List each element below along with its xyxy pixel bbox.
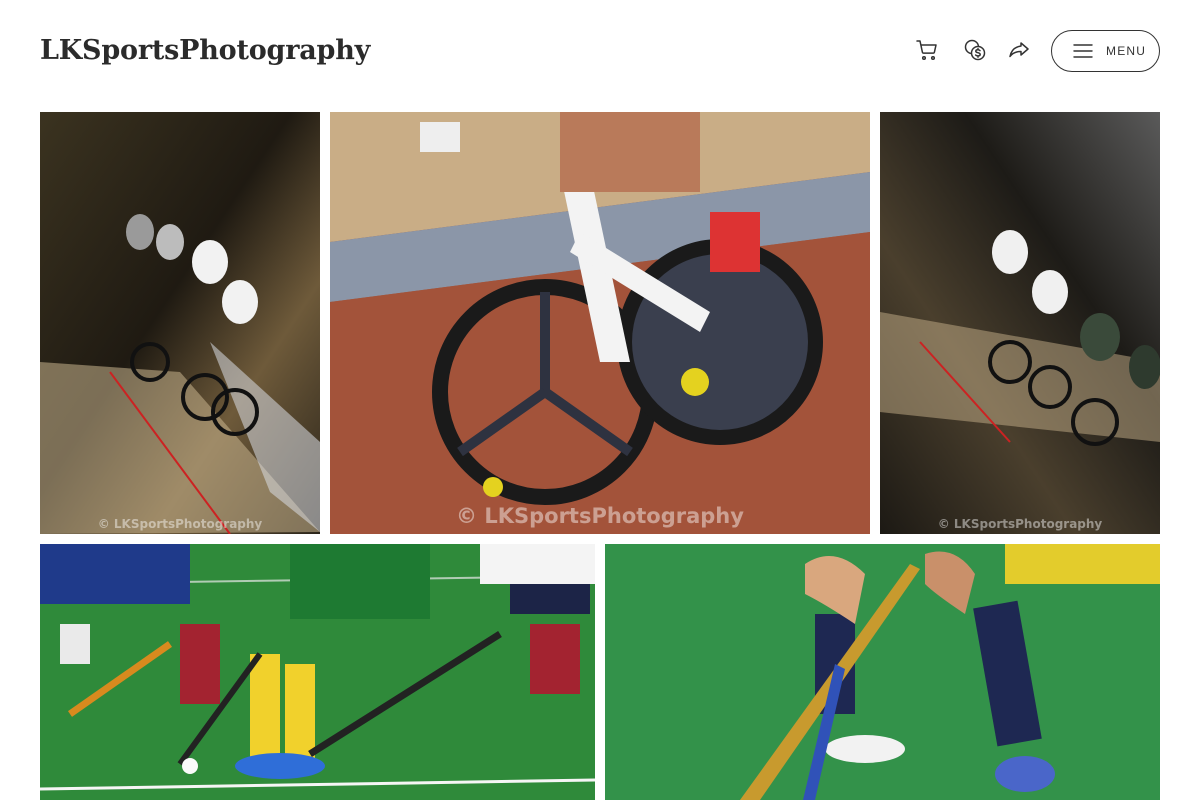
photo-watermark: © LKSportsPhotography — [937, 517, 1103, 531]
photo-watermark: © LKSportsPhotography — [97, 517, 263, 531]
site-header: LKSportsPhotography MENU — [0, 0, 1200, 102]
site-logo-title[interactable]: LKSportsPhotography — [40, 32, 370, 70]
gallery-photo[interactable]: © LKSportsPhotography — [330, 112, 870, 534]
cart-icon[interactable] — [913, 36, 941, 64]
share-icon[interactable] — [1005, 36, 1033, 64]
menu-label: MENU — [1106, 44, 1147, 58]
currency-icon[interactable] — [961, 36, 989, 64]
gallery-photo[interactable]: © LKSportsPhotography — [40, 112, 320, 534]
gallery-photo[interactable]: © LKSportsPhotography — [880, 112, 1160, 534]
photo-watermark: © LKSportsPhotography — [456, 504, 744, 528]
menu-button[interactable]: MENU — [1051, 30, 1160, 72]
gallery-photo[interactable] — [605, 544, 1160, 800]
hamburger-icon — [1073, 44, 1093, 58]
gallery-photo[interactable] — [40, 544, 595, 800]
